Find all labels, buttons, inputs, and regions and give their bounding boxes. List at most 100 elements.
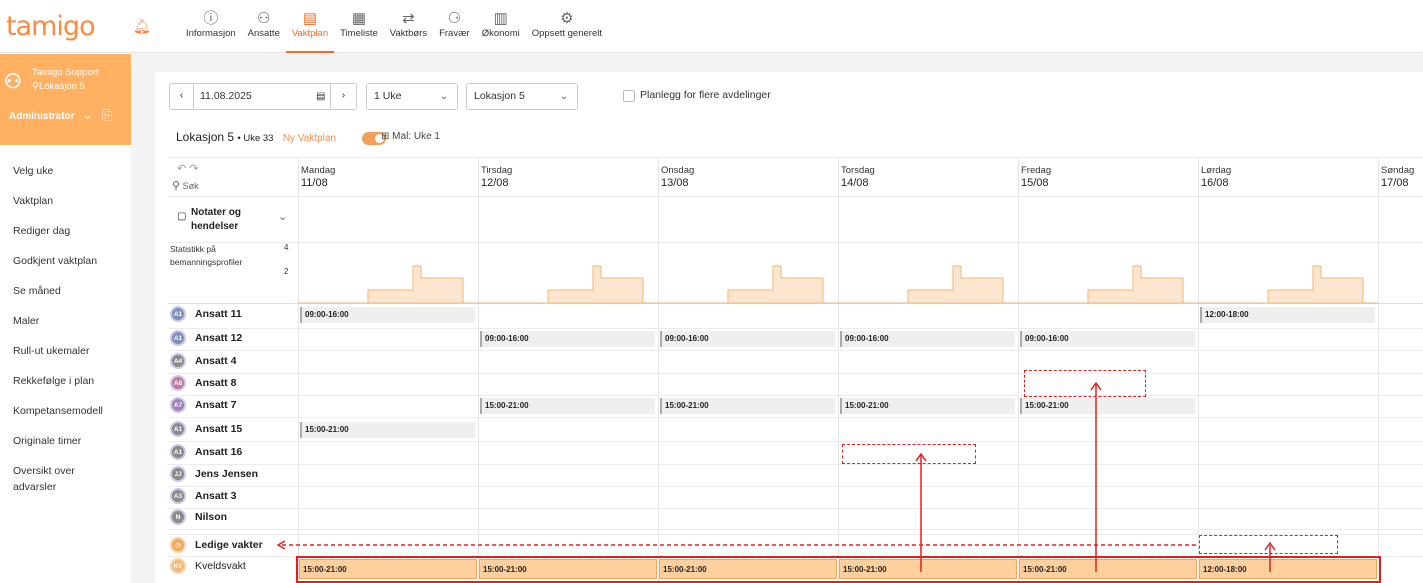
period-select[interactable]: 1 Uke ⌄ <box>366 83 458 110</box>
search-input[interactable]: Søk <box>183 181 199 191</box>
period-value: 1 Uke <box>374 90 402 102</box>
shift-block[interactable]: 09:00-16:00 <box>840 331 1015 347</box>
location-select[interactable]: Lokasjon 5 ⌄ <box>466 83 578 110</box>
avatar: A1 <box>170 444 186 460</box>
nav-label: Vaktbørs <box>389 28 428 39</box>
row-divider <box>168 373 1423 374</box>
employee-name: Ansatt 12 <box>195 332 243 344</box>
nav-economy[interactable]: ▥ Økonomi <box>476 0 526 53</box>
employee-row[interactable]: A1 Ansatt 12 <box>170 329 242 347</box>
date-input[interactable]: 11.08.2025 <box>200 84 252 109</box>
nav-people[interactable]: ⚇ Ansatte <box>242 0 286 53</box>
bell-icon[interactable]: 🔔︎ <box>133 18 151 35</box>
shift-block[interactable]: 09:00-16:00 <box>300 307 475 323</box>
nav-label: Vaktplan <box>291 28 329 39</box>
shift-block[interactable]: 12:00-18:00 <box>1200 307 1375 323</box>
menu-item[interactable]: Originale timer <box>13 433 103 463</box>
nav-swap[interactable]: ⇄ Vaktbørs <box>384 0 433 53</box>
role-selector[interactable]: Administrator <box>9 111 75 122</box>
plan-multi-label: Planlegg for flere avdelinger <box>640 89 771 101</box>
open-shifts-row[interactable]: ◷ Ledige vakter <box>170 536 263 554</box>
next-week-button[interactable]: › <box>330 83 356 110</box>
row-divider <box>168 242 1423 243</box>
nav-settings[interactable]: ⚙ Oppsett generelt <box>526 0 608 53</box>
nav-schedule[interactable]: ▤ Vaktplan <box>285 0 335 53</box>
menu-item[interactable]: Velg uke <box>13 163 103 193</box>
shift-block[interactable]: 09:00-16:00 <box>660 331 835 347</box>
staffing-chart <box>478 265 658 304</box>
employee-row[interactable]: A8 Ansatt 8 <box>170 374 236 392</box>
notes-toggle[interactable]: ▢ Notater og hendelser <box>177 206 267 234</box>
menu-item[interactable]: Rediger dag <box>13 223 103 253</box>
prev-week-button[interactable]: ‹ <box>170 83 194 110</box>
day-header[interactable]: Mandag 11/08 <box>301 164 335 190</box>
employee-row[interactable]: JJ Jens Jensen <box>170 465 258 483</box>
menu-item[interactable]: Maler <box>13 313 103 343</box>
settings-icon: ⚙ <box>560 10 574 27</box>
day-date: 13/08 <box>661 177 689 189</box>
search-box[interactable]: ⚲ Søk <box>172 179 199 192</box>
menu-item[interactable]: Se måned <box>13 283 103 313</box>
nav-absence[interactable]: ⚆ Fravær <box>433 0 476 53</box>
avatar: A1 <box>170 330 186 346</box>
row-divider <box>168 464 1423 465</box>
week-label: • Uke 33 <box>237 133 274 144</box>
template-label: ⊞ Mal: Uke 1 <box>381 131 440 142</box>
shift-block[interactable]: 15:00-21:00 <box>660 398 835 414</box>
sidebar: ⚇ Tamigo Support ⚲Lokasjon 5 Administrat… <box>0 53 131 583</box>
timesheet-icon: ▦ <box>351 10 367 27</box>
nav-timesheet[interactable]: ▦ Timeliste <box>334 0 384 53</box>
shift-block[interactable]: 09:00-16:00 <box>480 331 655 347</box>
tamigo-logo[interactable]: tamigo <box>6 11 96 42</box>
clock-icon: ◷ <box>170 537 186 553</box>
day-name: Lørdag <box>1201 165 1232 176</box>
day-date: 15/08 <box>1021 177 1049 189</box>
notes-label: Notater og hendelser <box>191 207 241 232</box>
menu-item[interactable]: Rekkefølge i plan <box>13 373 103 403</box>
economy-icon: ▥ <box>493 10 508 27</box>
drop-target <box>1199 535 1338 554</box>
nav-label: Oppsett generelt <box>531 28 602 39</box>
menu-item[interactable]: Rull-ut ukemaler <box>13 343 103 373</box>
day-header[interactable]: Tirsdag 12/08 <box>481 164 512 190</box>
chevron-down-icon[interactable]: ⌄ <box>278 210 287 223</box>
day-header[interactable]: Torsdag 14/08 <box>841 164 875 190</box>
shift-block[interactable]: 15:00-21:00 <box>300 422 475 438</box>
calendar-icon[interactable]: ▤ <box>316 84 325 109</box>
nav-label: Timeliste <box>340 28 378 39</box>
day-name: Onsdag <box>661 165 695 176</box>
day-header[interactable]: Onsdag 13/08 <box>661 164 694 190</box>
day-header[interactable]: Lørdag 16/08 <box>1201 164 1231 190</box>
shift-block[interactable]: 09:00-16:00 <box>1020 331 1195 347</box>
undo-icon[interactable]: ↶ ↷ <box>177 162 199 175</box>
employee-row[interactable]: A7 Ansatt 7 <box>170 396 236 414</box>
employee-row[interactable]: A4 Ansatt 4 <box>170 352 236 370</box>
day-date: 11/08 <box>301 177 328 189</box>
shift-block[interactable]: 15:00-21:00 <box>1020 398 1195 414</box>
day-header[interactable]: Fredag 15/08 <box>1021 164 1051 190</box>
shift-block[interactable]: 15:00-21:00 <box>480 398 655 414</box>
nav-label: Informasjon <box>186 28 236 39</box>
day-header[interactable]: Søndag 17/08 <box>1381 164 1414 190</box>
employee-row[interactable]: A1 Ansatt 15 <box>170 420 242 438</box>
day-date: 14/08 <box>841 177 869 189</box>
menu-item[interactable]: Kompetansemodell <box>13 403 103 433</box>
menu-item[interactable]: Godkjent vaktplan <box>13 253 103 283</box>
employee-name: Ansatt 8 <box>195 377 237 389</box>
chevron-down-icon[interactable]: ⌄ <box>82 107 93 123</box>
nav-info[interactable]: ⓘ Informasjon <box>180 0 242 53</box>
employee-row[interactable]: A1 Ansatt 16 <box>170 443 242 461</box>
logout-icon[interactable]: ⎘ <box>102 107 112 123</box>
day-name: Fredag <box>1021 165 1052 176</box>
menu-item[interactable]: Oversikt over advarsler <box>13 463 93 493</box>
staffing-chart <box>298 265 478 304</box>
employee-row[interactable]: N Nilson <box>170 508 227 526</box>
shift-block[interactable]: 15:00-21:00 <box>840 398 1015 414</box>
row-divider <box>168 417 1423 418</box>
row-divider <box>168 350 1423 351</box>
employee-row[interactable]: A1 Ansatt 11 <box>170 305 242 323</box>
plan-multi-checkbox[interactable] <box>623 90 635 102</box>
menu-item[interactable]: Vaktplan <box>13 193 103 223</box>
evening-shift-row[interactable]: KV Kveldsvakt <box>170 557 246 575</box>
employee-row[interactable]: A3 Ansatt 3 <box>170 487 236 505</box>
